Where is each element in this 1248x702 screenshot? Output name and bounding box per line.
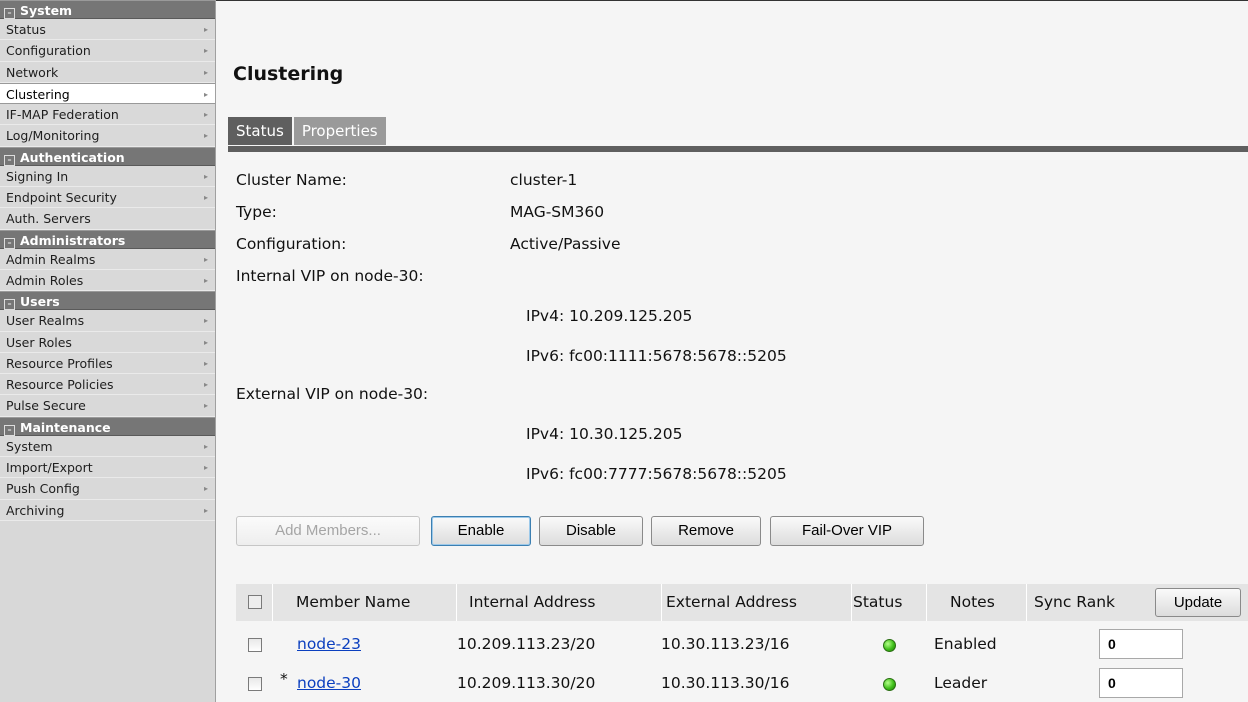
sync-rank-input[interactable]: 0 [1099, 668, 1183, 698]
sidebar-item-maint-system[interactable]: System ▸ [0, 435, 215, 458]
sidebar-item-configuration[interactable]: Configuration ▸ [0, 40, 215, 62]
members-table-header: Member Name Internal Address External Ad… [236, 584, 1248, 621]
status-ok-icon [883, 639, 896, 652]
disable-button[interactable]: Disable [539, 516, 643, 546]
external-address: 10.30.113.30/16 [661, 674, 790, 692]
collapse-icon[interactable]: – [4, 8, 15, 19]
update-button[interactable]: Update [1155, 588, 1241, 617]
sidebar-item-admin-roles[interactable]: Admin Roles ▸ [0, 269, 215, 292]
chevron-right-icon: ▸ [203, 25, 208, 34]
sidebar-item-resource-policies[interactable]: Resource Policies ▸ [0, 374, 215, 396]
external-ipv4-value: IPv4: 10.30.125.205 [526, 425, 683, 443]
chevron-right-icon: ▸ [203, 193, 208, 203]
chevron-right-icon: ▸ [203, 505, 208, 515]
sidebar-section-users[interactable]: – Users [0, 291, 215, 311]
row-checkbox[interactable] [248, 677, 262, 691]
failover-vip-button[interactable]: Fail-Over VIP [770, 516, 924, 546]
collapse-icon[interactable]: – [4, 154, 15, 166]
sidebar-section-authentication[interactable]: – Authentication [0, 146, 215, 166]
external-ipv6-value: IPv6: fc00:7777:5678:5678::5205 [526, 465, 787, 483]
cluster-name-label: Cluster Name: [236, 171, 347, 189]
chevron-right-icon: ▸ [203, 46, 208, 56]
chevron-right-icon: ▸ [203, 67, 208, 77]
sidebar-section-administrators[interactable]: – Administrators [0, 229, 215, 249]
sidebar-item-status[interactable]: Status ▸ [0, 19, 215, 41]
external-vip-label: External VIP on node-30: [236, 385, 429, 403]
internal-address: 10.209.113.30/20 [457, 674, 596, 692]
type-value: MAG-SM360 [510, 203, 605, 221]
chevron-right-icon: ▸ [203, 171, 208, 181]
row-checkbox[interactable] [248, 638, 262, 652]
chevron-right-icon: ▸ [203, 254, 208, 264]
sidebar-item-auth-servers[interactable]: Auth. Servers [0, 208, 215, 230]
notes-value: Enabled [934, 635, 997, 653]
sidebar-nav: – System Status ▸ Configuration ▸ Network ▸ … [0, 0, 216, 702]
external-address: 10.30.113.23/16 [661, 635, 790, 653]
tab-properties[interactable]: Properties [293, 117, 386, 145]
chevron-right-icon: ▸ [203, 131, 208, 141]
sidebar-item-push-config[interactable]: Push Config ▸ [0, 478, 215, 500]
sidebar-item-log-monitoring[interactable]: Log/Monitoring ▸ [0, 125, 215, 147]
sidebar-item-user-roles[interactable]: User Roles ▸ [0, 331, 215, 353]
sidebar-item-if-map-federation[interactable]: IF-MAP Federation ▸ [0, 104, 215, 126]
sidebar-item-import-export[interactable]: Import/Export ▸ [0, 457, 215, 479]
collapse-icon[interactable]: – [4, 424, 15, 436]
chevron-right-icon: ▸ [203, 358, 208, 368]
sidebar-item-archiving[interactable]: Archiving ▸ [0, 499, 215, 521]
enable-button[interactable]: Enable [431, 516, 531, 546]
cluster-name-value: cluster-1 [510, 171, 578, 189]
chevron-right-icon: ▸ [203, 89, 208, 99]
col-external-address: External Address [666, 593, 797, 611]
sidebar-item-network[interactable]: Network ▸ [0, 61, 215, 83]
chevron-right-icon: ▸ [203, 337, 208, 347]
chevron-right-icon: ▸ [203, 275, 208, 285]
table-row: node-23 10.209.113.23/20 10.30.113.23/16… [236, 626, 1248, 663]
internal-address: 10.209.113.23/20 [457, 635, 596, 653]
table-row: * node-30 10.209.113.30/20 10.30.113.30/… [236, 665, 1248, 702]
page-title: Clustering [233, 63, 344, 85]
col-internal-address: Internal Address [469, 593, 596, 611]
tab-status[interactable]: Status [228, 117, 292, 145]
col-sync-rank: Sync Rank [1034, 593, 1116, 611]
sidebar-item-clustering[interactable]: Clustering ▸ [0, 82, 215, 105]
chevron-right-icon: ▸ [203, 401, 208, 411]
configuration-value: Active/Passive [510, 235, 621, 253]
sync-rank-input[interactable]: 0 [1099, 629, 1183, 659]
tab-underline [228, 146, 1248, 152]
internal-ipv4-value: IPv4: 10.209.125.205 [526, 307, 693, 325]
add-members-button[interactable]: Add Members... [236, 516, 420, 546]
row-marker: * [280, 670, 288, 688]
member-name-link[interactable]: node-23 [297, 635, 361, 653]
internal-vip-label: Internal VIP on node-30: [236, 267, 424, 285]
sidebar-item-admin-realms[interactable]: Admin Realms ▸ [0, 248, 215, 270]
configuration-label: Configuration: [236, 235, 347, 253]
type-label: Type: [236, 203, 277, 221]
sidebar-item-signing-in[interactable]: Signing In ▸ [0, 165, 215, 188]
col-member-name: Member Name [296, 593, 411, 611]
sidebar-item-user-realms[interactable]: User Realms ▸ [0, 310, 215, 332]
chevron-right-icon: ▸ [203, 484, 208, 494]
chevron-right-icon: ▸ [203, 380, 208, 390]
tab-bar: Status Properties [228, 117, 386, 146]
collapse-icon[interactable]: – [4, 299, 15, 311]
chevron-right-icon: ▸ [203, 110, 208, 120]
sidebar-section-system[interactable]: – System [0, 0, 215, 19]
chevron-right-icon: ▸ [203, 441, 208, 451]
internal-ipv6-value: IPv6: fc00:1111:5678:5678::5205 [526, 347, 787, 365]
col-status: Status [853, 593, 903, 611]
sidebar-item-resource-profiles[interactable]: Resource Profiles ▸ [0, 352, 215, 375]
main-content: Clustering Status Properties Cluster Name… [216, 0, 1248, 702]
chevron-right-icon: ▸ [203, 316, 208, 326]
chevron-right-icon: ▸ [203, 463, 208, 473]
sidebar-item-endpoint-security[interactable]: Endpoint Security ▸ [0, 187, 215, 209]
col-notes: Notes [950, 593, 995, 611]
status-ok-icon [883, 678, 896, 691]
collapse-icon[interactable]: – [4, 237, 15, 249]
notes-value: Leader [934, 674, 988, 692]
remove-button[interactable]: Remove [651, 516, 761, 546]
sidebar-section-maintenance[interactable]: – Maintenance [0, 416, 215, 436]
member-name-link[interactable]: node-30 [297, 674, 361, 692]
select-all-checkbox[interactable] [248, 595, 262, 609]
sidebar-item-pulse-secure[interactable]: Pulse Secure ▸ [0, 395, 215, 417]
